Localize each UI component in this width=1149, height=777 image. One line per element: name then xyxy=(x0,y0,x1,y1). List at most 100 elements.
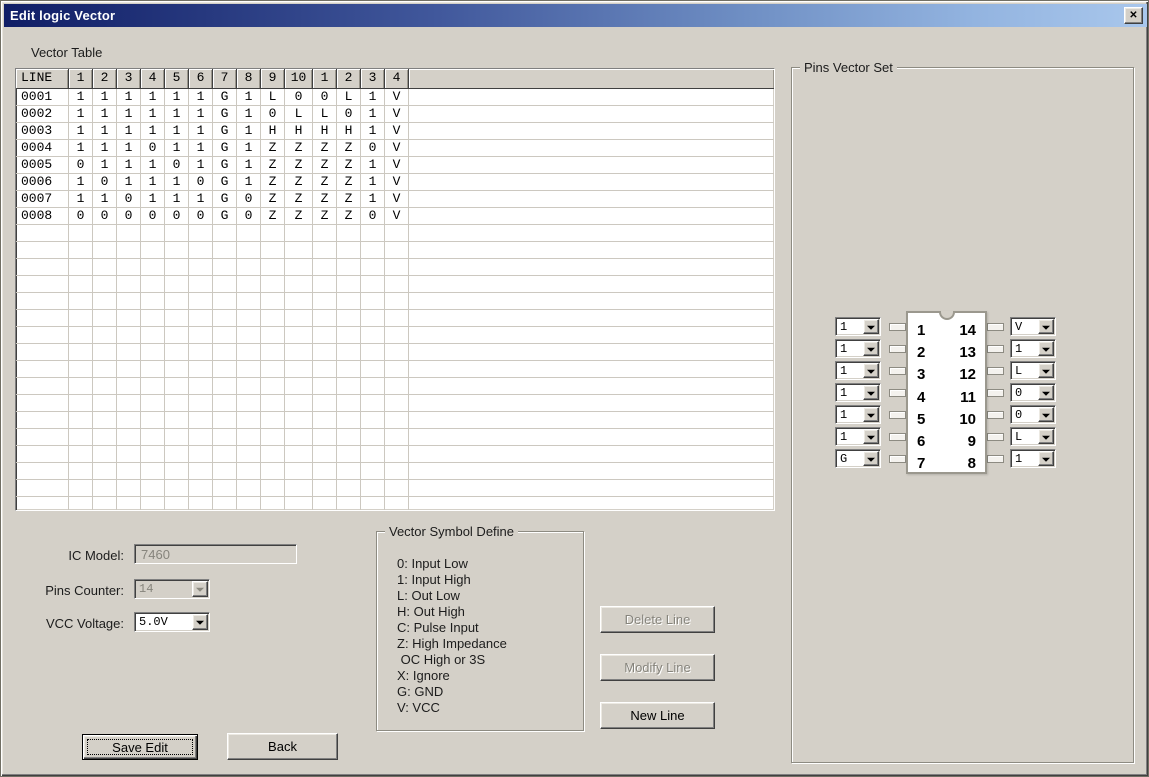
focus-rectangle xyxy=(87,739,193,755)
pin-10-vector-select[interactable]: 0 xyxy=(1010,405,1056,424)
vector-cell xyxy=(385,327,409,344)
pin-6-vector-select[interactable]: 1 xyxy=(835,427,881,446)
empty-table-row[interactable] xyxy=(16,497,774,511)
empty-table-row[interactable] xyxy=(16,242,774,259)
chip-pin-number: 12 xyxy=(946,364,976,386)
dropdown-arrow-icon[interactable] xyxy=(1038,385,1054,400)
table-row[interactable]: 0004111011G1ZZZZ0V xyxy=(16,140,774,157)
pin-12-vector-select[interactable]: L xyxy=(1010,361,1056,380)
empty-table-row[interactable] xyxy=(16,361,774,378)
pin-14-vector-select[interactable]: V xyxy=(1010,317,1056,336)
vector-cell xyxy=(141,480,165,497)
vector-cell xyxy=(69,310,93,327)
ic-model-field[interactable]: 7460 xyxy=(134,544,297,564)
vector-cell xyxy=(285,276,313,293)
pin-1-vector-select[interactable]: 1 xyxy=(835,317,881,336)
vector-cell xyxy=(213,310,237,327)
new-line-button[interactable]: New Line xyxy=(600,702,715,729)
dropdown-arrow-icon[interactable] xyxy=(1038,451,1054,466)
table-row[interactable]: 0006101110G1ZZZZ1V xyxy=(16,174,774,191)
vector-cell: 1 xyxy=(69,174,93,191)
table-row[interactable]: 0005011101G1ZZZZ1V xyxy=(16,157,774,174)
vector-cell: 1 xyxy=(189,140,213,157)
dropdown-arrow-icon[interactable] xyxy=(863,451,879,466)
vector-cell: 0 xyxy=(337,106,361,123)
row-filler-cell xyxy=(409,89,774,106)
table-row[interactable]: 0007110111G0ZZZZ1V xyxy=(16,191,774,208)
empty-table-row[interactable] xyxy=(16,395,774,412)
vector-cell xyxy=(213,361,237,378)
empty-table-row[interactable] xyxy=(16,259,774,276)
dropdown-arrow-icon[interactable] xyxy=(863,319,879,334)
close-button[interactable]: ✕ xyxy=(1124,7,1143,24)
pin-7-vector-select[interactable]: G xyxy=(835,449,881,468)
table-row[interactable]: 0002111111G10LL01V xyxy=(16,106,774,123)
vector-table[interactable]: LINE1234567891012340001111111G1L00L1V000… xyxy=(15,68,775,511)
symbol-define-item: L: Out Low xyxy=(397,588,507,604)
pin-11-vector-select[interactable]: 0 xyxy=(1010,383,1056,402)
vcc-voltage-select[interactable]: 5.0V xyxy=(134,612,210,632)
vector-cell xyxy=(285,395,313,412)
empty-table-row[interactable] xyxy=(16,480,774,497)
pin-9-vector-select[interactable]: L xyxy=(1010,427,1056,446)
empty-table-row[interactable] xyxy=(16,310,774,327)
pin-5-vector-select[interactable]: 1 xyxy=(835,405,881,424)
pin-13-vector-select[interactable]: 1 xyxy=(1010,339,1056,358)
pin-lead-icon xyxy=(987,389,1004,397)
pin-3-vector-select[interactable]: 1 xyxy=(835,361,881,380)
dropdown-arrow-icon[interactable] xyxy=(1038,319,1054,334)
empty-table-row[interactable] xyxy=(16,412,774,429)
empty-table-row[interactable] xyxy=(16,225,774,242)
save-edit-button[interactable]: Save Edit xyxy=(82,734,198,760)
dropdown-arrow-icon[interactable] xyxy=(863,385,879,400)
table-row[interactable]: 0001111111G1L00L1V xyxy=(16,89,774,106)
vector-cell xyxy=(337,361,361,378)
pin-3-vector-value: 1 xyxy=(836,362,862,379)
vector-cell: G xyxy=(213,89,237,106)
dropdown-arrow-icon[interactable] xyxy=(1038,341,1054,356)
empty-table-row[interactable] xyxy=(16,378,774,395)
pins-counter-value: 14 xyxy=(135,580,191,598)
dropdown-arrow-icon[interactable] xyxy=(863,407,879,422)
empty-table-row[interactable] xyxy=(16,446,774,463)
vector-cell xyxy=(361,242,385,259)
dropdown-arrow-icon[interactable] xyxy=(192,614,208,630)
vector-cell: 1 xyxy=(165,191,189,208)
vector-cell xyxy=(385,463,409,480)
empty-table-row[interactable] xyxy=(16,327,774,344)
dropdown-arrow-icon[interactable] xyxy=(863,341,879,356)
pin-4-vector-select[interactable]: 1 xyxy=(835,383,881,402)
empty-table-row[interactable] xyxy=(16,429,774,446)
table-row[interactable]: 0003111111G1HHHH1V xyxy=(16,123,774,140)
empty-table-row[interactable] xyxy=(16,276,774,293)
table-row[interactable]: 0008000000G0ZZZZ0V xyxy=(16,208,774,225)
vector-cell: 1 xyxy=(165,89,189,106)
vector-cell xyxy=(69,242,93,259)
pin-8-vector-select[interactable]: 1 xyxy=(1010,449,1056,468)
vector-cell: L xyxy=(313,106,337,123)
empty-table-row[interactable] xyxy=(16,293,774,310)
vector-cell xyxy=(93,497,117,511)
row-filler-cell xyxy=(409,123,774,140)
dropdown-arrow-icon[interactable] xyxy=(1038,429,1054,444)
pin-11-vector-value: 0 xyxy=(1011,384,1037,401)
empty-table-row[interactable] xyxy=(16,463,774,480)
dropdown-arrow-icon[interactable] xyxy=(1038,407,1054,422)
pin-2-vector-select[interactable]: 1 xyxy=(835,339,881,358)
vector-cell xyxy=(165,395,189,412)
back-button[interactable]: Back xyxy=(227,733,338,760)
dropdown-arrow-icon[interactable] xyxy=(863,363,879,378)
vector-cell xyxy=(313,310,337,327)
vector-cell xyxy=(213,497,237,511)
vector-cell xyxy=(261,242,285,259)
column-header: LINE xyxy=(16,69,69,89)
vector-cell xyxy=(361,259,385,276)
line-number-cell xyxy=(16,378,69,395)
vector-cell xyxy=(93,412,117,429)
dropdown-arrow-icon[interactable] xyxy=(863,429,879,444)
empty-table-row[interactable] xyxy=(16,344,774,361)
row-filler-cell xyxy=(409,412,774,429)
dropdown-arrow-icon[interactable] xyxy=(1038,363,1054,378)
vector-cell xyxy=(69,293,93,310)
vector-cell xyxy=(261,310,285,327)
